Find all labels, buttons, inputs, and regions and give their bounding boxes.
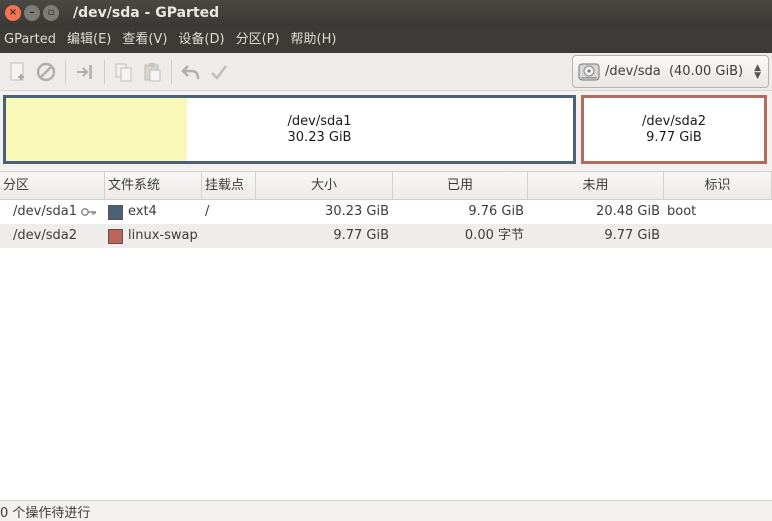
device-selector[interactable]: /dev/sda (40.00 GiB) ▲ ▼: [572, 55, 769, 88]
unused-value: 9.77 GiB: [604, 228, 660, 243]
table-row[interactable]: /dev/sda2 linux-swap 9.77 GiB 0.00 字节 9.…: [0, 224, 772, 248]
menu-device[interactable]: 设备(D): [173, 26, 230, 53]
column-header-partition[interactable]: 分区: [0, 172, 105, 200]
partition-graphic-size: 9.77 GiB: [646, 129, 702, 145]
minimize-window-button[interactable]: –: [24, 5, 40, 21]
apply-button[interactable]: [205, 58, 233, 86]
column-header-size[interactable]: 大小: [256, 172, 393, 200]
used-space-bar: [6, 98, 188, 161]
new-partition-icon: [10, 62, 24, 80]
mountpoint: [202, 224, 256, 248]
chevron-updown-icon: ▲ ▼: [754, 63, 761, 81]
unused-value: 20.48 GiB: [596, 204, 660, 219]
undo-button[interactable]: [177, 58, 205, 86]
partition-graphic-size: 30.23 GiB: [287, 129, 352, 145]
menu-view[interactable]: 查看(V): [117, 26, 173, 53]
maximize-icon: ▫: [47, 7, 55, 18]
title-bar: × – ▫ /dev/sda - GParted: [0, 0, 772, 26]
menu-bar: GParted 编辑(E) 查看(V) 设备(D) 分区(P) 帮助(H): [0, 26, 772, 53]
filesystem-name: linux-swap: [128, 228, 198, 243]
column-header-filesystem[interactable]: 文件系统: [105, 172, 202, 200]
partition-graphic-sda1[interactable]: /dev/sda1 30.23 GiB: [3, 95, 576, 164]
table-header: 分区 文件系统 挂载点 大小 已用 未用 标识: [0, 172, 772, 200]
partition-graphic-name: /dev/sda1: [287, 113, 352, 129]
window-title: /dev/sda - GParted: [73, 5, 220, 21]
partition-graphic: /dev/sda1 30.23 GiB /dev/sda2 9.77 GiB: [0, 91, 772, 170]
pending-operations-text: 0 个操作待进行: [0, 506, 91, 521]
delete-partition-button[interactable]: [32, 58, 60, 86]
close-window-button[interactable]: ×: [5, 5, 21, 21]
table-row[interactable]: /dev/sda1 ext4 / 30.23 GiB 9.76 GiB 20.4…: [0, 200, 772, 224]
device-selector-value: /dev/sda (40.00 GiB): [605, 64, 744, 79]
delete-icon: [36, 62, 56, 81]
menu-gparted[interactable]: GParted: [0, 26, 62, 53]
partition-name: /dev/sda2: [13, 228, 77, 243]
copy-icon: [115, 63, 132, 81]
resize-move-icon: [77, 64, 92, 79]
column-header-unused[interactable]: 未用: [528, 172, 664, 200]
partition-table: 分区 文件系统 挂载点 大小 已用 未用 标识 /dev/sda1 ext4 /…: [0, 171, 772, 500]
column-header-mountpoint[interactable]: 挂载点: [202, 172, 256, 200]
paste-icon: [144, 62, 161, 81]
toolbar-separator: [104, 59, 105, 84]
column-header-used[interactable]: 已用: [393, 172, 528, 200]
minimize-icon: –: [29, 7, 35, 18]
flags-value: [664, 224, 772, 248]
size-value: 30.23 GiB: [325, 204, 389, 219]
close-icon: ×: [8, 7, 18, 18]
hard-disk-icon: [578, 63, 600, 80]
copy-button[interactable]: [110, 58, 138, 86]
mountpoint: /: [205, 204, 210, 219]
flags-value: boot: [667, 204, 697, 219]
used-value: 9.76 GiB: [468, 204, 524, 219]
partition-graphic-name: /dev/sda2: [642, 113, 706, 129]
paste-button[interactable]: [138, 58, 166, 86]
apply-icon: [211, 64, 227, 80]
size-value: 9.77 GiB: [333, 228, 389, 243]
toolbar-separator: [171, 59, 172, 84]
partition-name: /dev/sda1: [13, 204, 77, 219]
partition-graphic-sda2[interactable]: /dev/sda2 9.77 GiB: [581, 95, 767, 164]
key-icon: [81, 208, 96, 216]
filesystem-name: ext4: [128, 204, 157, 219]
resize-move-button[interactable]: [71, 58, 99, 86]
status-bar: 0 个操作待进行: [0, 500, 772, 521]
new-partition-button[interactable]: [4, 58, 32, 86]
filesystem-color-swatch: [108, 204, 123, 220]
filesystem-color-swatch: [108, 228, 123, 244]
maximize-window-button[interactable]: ▫: [43, 5, 59, 21]
column-header-flags[interactable]: 标识: [664, 172, 772, 200]
used-value: 0.00 字节: [464, 228, 524, 243]
menu-edit[interactable]: 编辑(E): [62, 26, 117, 53]
menu-partition[interactable]: 分区(P): [231, 26, 286, 53]
toolbar: /dev/sda (40.00 GiB) ▲ ▼: [0, 53, 772, 91]
toolbar-separator: [65, 59, 66, 84]
menu-help[interactable]: 帮助(H): [286, 26, 343, 53]
undo-icon: [181, 64, 200, 79]
